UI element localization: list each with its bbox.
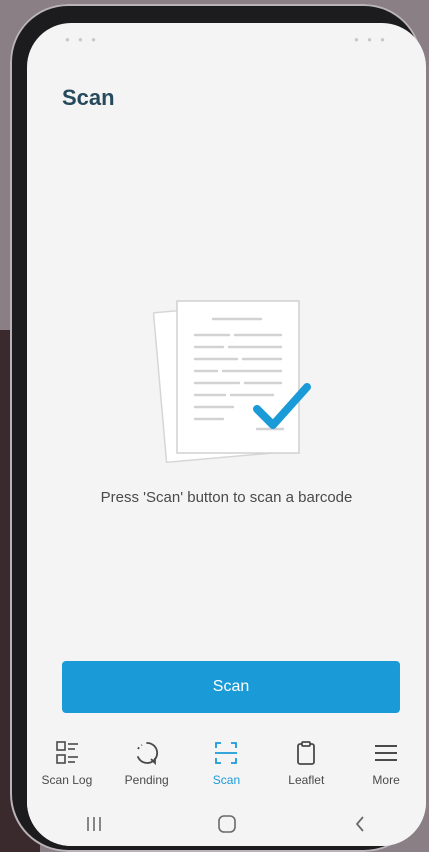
page-title: Scan — [62, 85, 115, 110]
tab-scan-log[interactable]: Scan Log — [29, 731, 105, 793]
tab-leaflet[interactable]: Leaflet — [268, 731, 344, 793]
clipboard-icon — [297, 741, 316, 765]
phone-frame: ● ● ● ● ● ● Scan Press 'Scan' button to … — [10, 4, 426, 852]
status-icons-left: ● ● ● — [65, 35, 99, 44]
menu-icon — [375, 745, 398, 761]
scan-icon — [215, 742, 238, 764]
system-navigation-bar — [27, 801, 426, 846]
back-button[interactable] — [330, 809, 390, 839]
app-screen: ● ● ● ● ● ● Scan Press 'Scan' button to … — [27, 23, 426, 846]
tab-label: Scan Log — [41, 773, 93, 787]
empty-state-message: Press 'Scan' button to scan a barcode — [100, 489, 353, 506]
tab-label: Scan — [212, 773, 241, 787]
home-button[interactable] — [197, 809, 257, 839]
recent-apps-button[interactable] — [64, 809, 124, 839]
back-icon — [355, 815, 364, 832]
bottom-tab-bar: Scan Log Pending Scan Leaflet More — [27, 731, 426, 793]
status-bar: ● ● ● ● ● ● — [27, 23, 426, 53]
home-icon — [217, 814, 236, 833]
tab-label: More — [372, 773, 400, 787]
tab-label: Pending — [124, 773, 169, 787]
pending-icon — [136, 742, 158, 766]
tab-pending[interactable]: Pending — [109, 731, 185, 793]
tab-label: Leaflet — [288, 773, 325, 787]
recent-apps-icon — [86, 816, 101, 831]
status-icons-right: ● ● ● — [354, 35, 388, 44]
documents-checkmark-illustration — [153, 300, 311, 463]
tab-more[interactable]: More — [348, 731, 424, 793]
scan-log-icon — [56, 741, 78, 764]
tab-scan[interactable]: Scan — [188, 731, 264, 793]
scan-button[interactable]: Scan — [62, 661, 400, 713]
